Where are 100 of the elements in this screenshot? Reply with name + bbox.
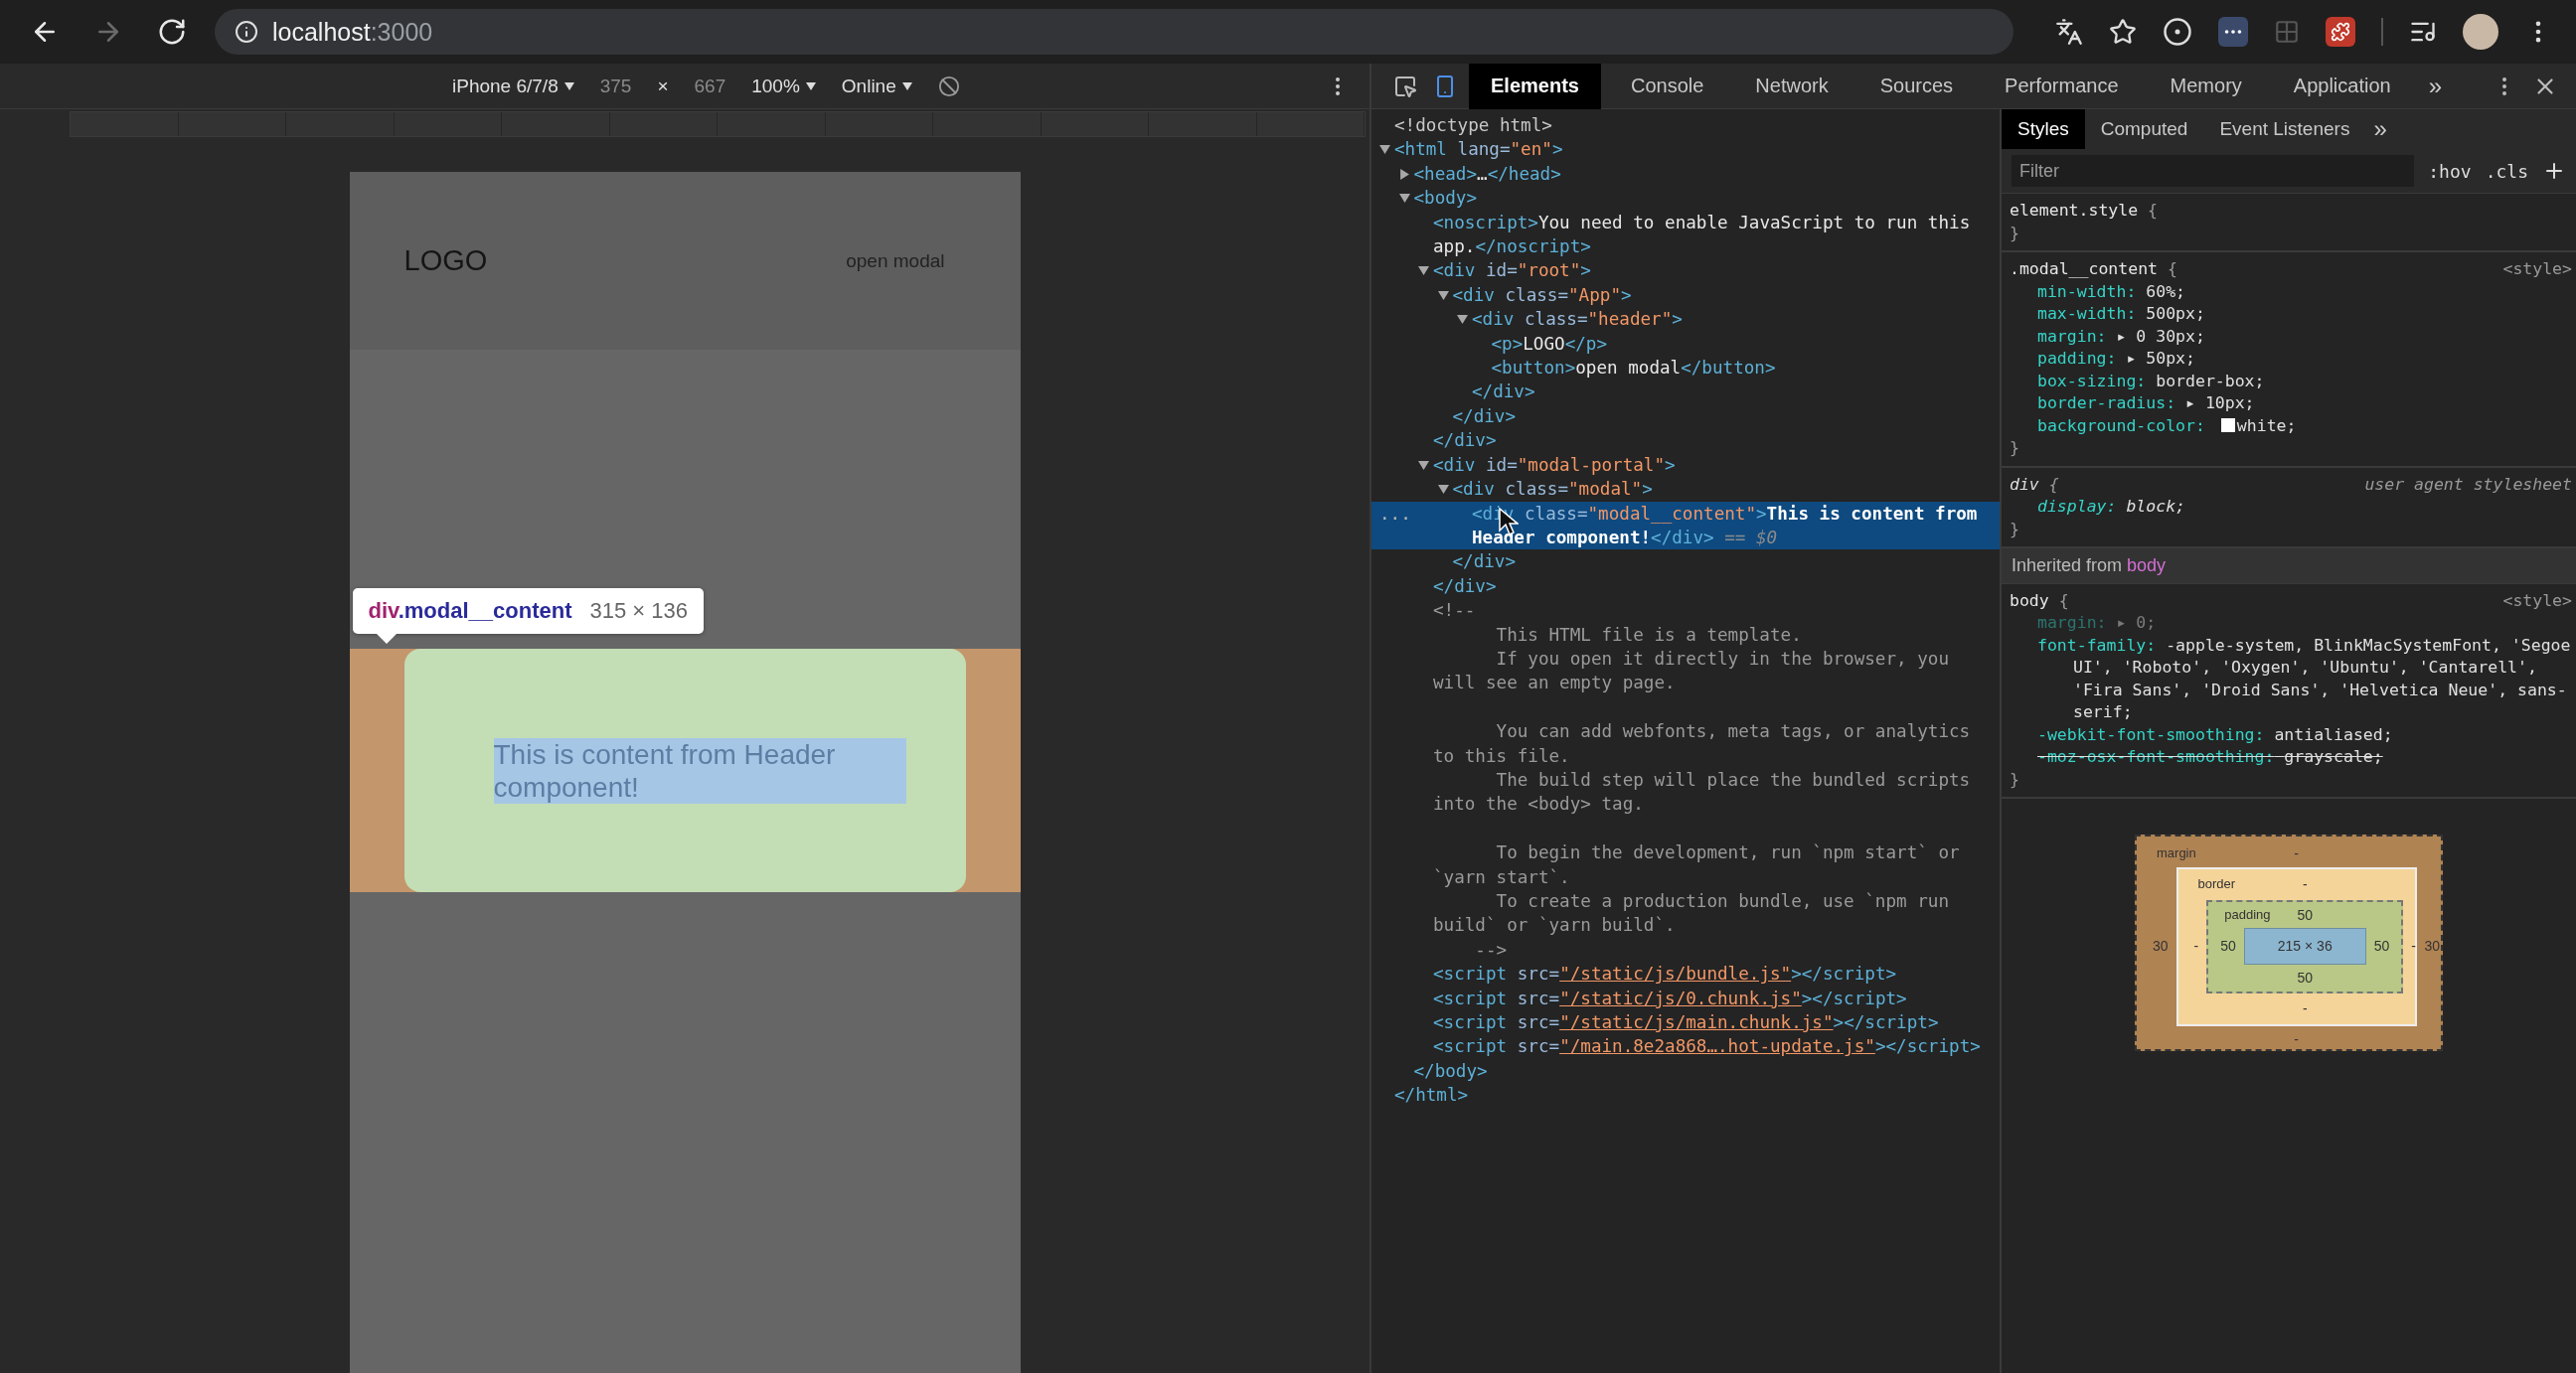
box-value: - xyxy=(2301,874,2309,894)
expanded-triangle-icon[interactable] xyxy=(1437,484,1449,496)
url-text: localhost:3000 xyxy=(272,17,433,47)
dom-tree-row[interactable]: <div class="header"> xyxy=(1371,307,2000,332)
color-swatch[interactable] xyxy=(2220,417,2235,432)
box-value: 50 xyxy=(2296,905,2315,925)
caret-icon xyxy=(901,81,912,90)
dom-tree-row[interactable]: </div> xyxy=(1371,403,2000,429)
dom-tree-row[interactable]: </div> xyxy=(1371,573,2000,599)
css-property[interactable]: font-family: -apple-system, BlinkMacSystemFont, 'Segoe UI', 'Roboto', 'Oxygen', 'Ubuntu', 'Cantarell', 'Fira Sans', 'Droid Sans', 'Helvetica Neue', sans-serif; xyxy=(2010,634,2572,724)
dom-tree-row[interactable]: <script src="/static/js/0.chunk.js"></script> xyxy=(1371,986,2000,1010)
dom-tree-row[interactable]: </div> xyxy=(1371,380,2000,404)
box-value: 50 xyxy=(2372,937,2391,957)
dom-tree-row[interactable]: <html lang="en"> xyxy=(1371,137,2000,162)
rule-brace: } xyxy=(2010,769,2019,789)
devtools-tab[interactable]: Console xyxy=(1608,63,1726,109)
expanded-triangle-icon[interactable] xyxy=(1418,265,1429,277)
expanded-triangle-icon[interactable] xyxy=(1437,289,1449,301)
reload-icon[interactable] xyxy=(157,17,187,47)
css-property[interactable]: box-sizing: border-box; xyxy=(2010,370,2572,392)
dom-tree-row[interactable]: </body> xyxy=(1371,1058,2000,1084)
dom-tree-row[interactable]: <div id="modal-portal"> xyxy=(1371,452,2000,478)
zoom-dropdown[interactable]: 100% xyxy=(751,75,816,97)
devtools-tab[interactable]: Elements xyxy=(1469,63,1601,109)
viewport-height[interactable]: 667 xyxy=(694,75,726,97)
devtools-tab[interactable]: Performance xyxy=(1983,63,2141,109)
more-tabs-button[interactable]: » xyxy=(2365,115,2395,143)
expanded-triangle-icon[interactable] xyxy=(1379,144,1390,156)
css-property[interactable]: border-radius: ▸ 10px; xyxy=(2010,392,2572,415)
dom-tree-row[interactable]: <script src="/static/js/bundle.js"></script> xyxy=(1371,962,2000,987)
dom-tree-row[interactable]: <div id="root"> xyxy=(1371,258,2000,283)
sidebar-tab[interactable]: Styles xyxy=(2002,109,2085,149)
css-selector[interactable]: .modal__content { xyxy=(2010,258,2177,281)
extension-icon[interactable] xyxy=(2326,17,2355,47)
box-value: - xyxy=(2301,999,2309,1018)
devtools-tab[interactable]: Memory xyxy=(2148,63,2264,109)
style-source[interactable]: <style> xyxy=(2502,258,2572,281)
dom-tree-row[interactable]: <!doctype html> xyxy=(1371,113,2000,138)
sidebar-tab[interactable]: Computed xyxy=(2084,109,2204,149)
css-property[interactable]: min-width: 60%; xyxy=(2010,280,2572,303)
style-source[interactable]: <style> xyxy=(2502,589,2572,612)
css-property[interactable]: margin: ▸ 0; xyxy=(2010,612,2572,635)
expanded-triangle-icon[interactable] xyxy=(1457,314,1468,326)
html-comment[interactable]: <!-- This HTML file is a template. If you open it directly in the browser, you will see an empty page. You can add webfonts, meta tags, or analytics to this file. The build step will place the bundled scripts into the <body> tag. To begin the development, run `npm start` or `yarn start`. To create a production bundle, use `npm run build` or `yarn build`. --> xyxy=(1371,598,2000,963)
dom-tree-row[interactable]: <body> xyxy=(1371,186,2000,211)
class-toggle-button[interactable]: .cls xyxy=(2485,160,2528,182)
box-value: 50 xyxy=(2296,969,2315,988)
css-selector[interactable]: body { xyxy=(2010,589,2069,612)
sidebar-tab[interactable]: Event Listeners xyxy=(2203,109,2366,149)
css-property[interactable]: margin: ▸ 0 30px; xyxy=(2010,325,2572,348)
rule-brace: } xyxy=(2010,223,2019,242)
dom-tree-row[interactable]: </html> xyxy=(1371,1083,2000,1108)
translate-icon[interactable] xyxy=(2055,18,2083,46)
avatar[interactable] xyxy=(2463,14,2498,50)
dom-tree-row[interactable]: </div> xyxy=(1371,549,2000,574)
network-dropdown[interactable]: Online xyxy=(841,75,912,97)
box-value: - xyxy=(2293,844,2300,863)
hover-state-button[interactable]: :hov xyxy=(2428,160,2472,182)
css-property[interactable]: background-color: white; xyxy=(2010,414,2572,437)
dimension-separator: × xyxy=(657,75,669,97)
dom-tree-row[interactable]: <noscript>You need to enable JavaScript to run this app.</noscript> xyxy=(1371,210,2000,259)
dom-tree-row[interactable]: <head>…</head> xyxy=(1371,161,2000,187)
dom-tree-row[interactable]: <button>open modal</button> xyxy=(1371,356,2000,381)
css-property[interactable]: -moz-osx-font-smoothing: grayscale; xyxy=(2010,746,2572,769)
inherited-header: Inherited from body xyxy=(2002,548,2576,584)
device-dropdown[interactable]: iPhone 6/7/8 xyxy=(452,75,574,97)
dom-tree-row[interactable]: </div> xyxy=(1371,428,2000,453)
info-icon[interactable] xyxy=(235,20,258,44)
expanded-triangle-icon[interactable] xyxy=(1418,459,1429,471)
box-label: margin xyxy=(2156,844,2196,862)
box-value: 30 xyxy=(2423,937,2442,957)
collapsed-triangle-icon[interactable] xyxy=(1398,168,1410,180)
css-selector[interactable]: div { xyxy=(2010,473,2059,496)
more-actions-button[interactable]: ... xyxy=(1379,501,1411,526)
filter-field[interactable]: Filter xyxy=(2012,155,2415,187)
more-tabs-button[interactable]: » xyxy=(2420,72,2450,100)
element-selector: div.modal__content xyxy=(368,598,572,624)
css-property[interactable]: display: block; xyxy=(2010,496,2572,519)
extension-icon[interactable] xyxy=(2218,17,2248,47)
dom-tree-row[interactable]: <p>LOGO</p> xyxy=(1371,331,2000,357)
viewport-width[interactable]: 375 xyxy=(599,75,632,97)
css-selector[interactable]: element.style { xyxy=(2010,200,2158,223)
devtools-tab[interactable]: Network xyxy=(1733,63,1851,109)
css-property[interactable]: padding: ▸ 50px; xyxy=(2010,348,2572,371)
dom-tree-row[interactable]: <div class="modal"> xyxy=(1371,477,2000,502)
dom-tree-row[interactable]: <script src="/static/js/main.chunk.js"></script> xyxy=(1371,1010,2000,1035)
dom-tree-row[interactable]: <script src="/main.8e2a868….hot-update.js"></script> xyxy=(1371,1034,2000,1059)
box-value: - xyxy=(2410,937,2417,957)
caret-icon xyxy=(564,81,574,90)
css-property[interactable]: -webkit-font-smoothing: antialiased; xyxy=(2010,723,2572,746)
logo-text: LOGO xyxy=(403,244,488,277)
expanded-triangle-icon[interactable] xyxy=(1398,193,1410,205)
bookmark-star-icon[interactable] xyxy=(2109,18,2137,46)
devtools-tab[interactable]: Application xyxy=(2271,63,2413,109)
target-icon[interactable] xyxy=(2163,17,2192,47)
css-property[interactable]: max-width: 500px; xyxy=(2010,303,2572,326)
content-box: 215 × 36 xyxy=(2243,928,2366,965)
devtools-tab[interactable]: Sources xyxy=(1857,63,1976,109)
address-bar[interactable]: localhost:3000 xyxy=(215,9,2013,55)
dom-tree-row[interactable]: <div class="App"> xyxy=(1371,282,2000,308)
